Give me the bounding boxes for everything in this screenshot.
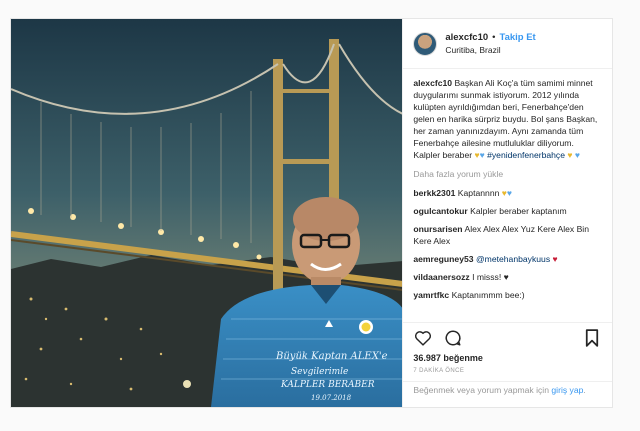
action-bar: [403, 322, 612, 352]
jersey-line-1: Büyük Kaptan ALEX'e: [275, 351, 388, 362]
post-header: alexcfc10 • Takip Et Curitiba, Brazil: [403, 19, 612, 69]
bookmark-icon[interactable]: [582, 328, 602, 348]
instagram-post: Büyük Kaptan ALEX'e Sevgilerimle KALPLER…: [10, 18, 613, 408]
photo-illustration: Büyük Kaptan ALEX'e Sevgilerimle KALPLER…: [11, 19, 403, 407]
caption: alexcfc10 Başkan Ali Koç'a tüm samimi mi…: [413, 77, 602, 161]
comment-text: Kalpler beraber kaptanım: [470, 206, 567, 216]
blue-heart-icon: ♥: [506, 188, 512, 198]
heart-icon[interactable]: [413, 328, 433, 348]
list-item: onursarisen Alex Alex Alex Yuz Kere Alex…: [413, 223, 602, 247]
caption-hashtag[interactable]: #yenidenfenerbahçe: [487, 150, 565, 160]
post-sidebar: alexcfc10 • Takip Et Curitiba, Brazil al…: [402, 19, 612, 407]
header-text: alexcfc10 • Takip Et Curitiba, Brazil: [445, 31, 535, 57]
comment-username[interactable]: vildaanersozz: [413, 272, 469, 282]
blue-heart-icon: ♥: [574, 150, 580, 160]
red-heart-icon: ♥: [552, 254, 558, 264]
list-item: aemreguney53 @metehanbaykuus ♥: [413, 253, 602, 265]
caption-username[interactable]: alexcfc10: [413, 78, 452, 88]
blue-heart-icon: ♥: [479, 150, 485, 160]
list-item: vildaanersozz I misss! ♥: [413, 271, 602, 283]
black-heart-icon: ♥: [503, 272, 509, 282]
caption-text: Başkan Ali Koç'a tüm samimi minnet duygu…: [413, 78, 598, 160]
likes-count[interactable]: 36.987 beğenme: [413, 353, 483, 363]
post-timestamp: 7 DAKİKA ÖNCE: [413, 368, 465, 374]
list-item: yamrtfkc Kaptanımmm bee:): [413, 289, 602, 301]
comment-text: Kaptannnn: [457, 188, 500, 198]
comment-username[interactable]: aemreguney53: [413, 254, 473, 264]
avatar[interactable]: [413, 31, 438, 56]
list-item: ogulcantokur Kalpler beraber kaptanım: [413, 205, 602, 217]
comment-text: Kaptanımmm bee:): [451, 290, 525, 300]
comment-username[interactable]: ogulcantokur: [413, 206, 467, 216]
location-link[interactable]: Curitiba, Brazil: [445, 44, 535, 57]
list-item: berkk2301 Kaptannnn ♥♥: [413, 187, 602, 199]
comment-text: I misss!: [472, 272, 502, 282]
add-comment-prompt: Beğenmek veya yorum yapmak için giriş ya…: [403, 381, 612, 408]
jersey-date: 19.07.2018: [311, 394, 352, 402]
comment-icon[interactable]: [443, 328, 463, 348]
jersey-line-2: Sevgilerimle: [291, 367, 348, 377]
comment-username[interactable]: yamrtfkc: [413, 290, 449, 300]
login-suffix: .: [583, 385, 586, 395]
follow-button[interactable]: Takip Et: [499, 31, 535, 44]
yellow-heart-icon: ♥: [567, 150, 573, 160]
load-more-comments-button[interactable]: Daha fazla yorum yükle: [413, 168, 602, 180]
jersey-line-3: KALPLER BERABER: [280, 380, 375, 390]
login-link[interactable]: giriş yap: [551, 385, 583, 395]
comment-username[interactable]: onursarisen: [413, 224, 462, 234]
username-link[interactable]: alexcfc10: [445, 31, 488, 44]
comment-mention[interactable]: @metehanbaykuus: [476, 254, 550, 264]
post-photo[interactable]: Büyük Kaptan ALEX'e Sevgilerimle KALPLER…: [11, 19, 403, 407]
comment-username[interactable]: berkk2301: [413, 188, 455, 198]
separator-dot: •: [492, 31, 496, 43]
comments-section[interactable]: alexcfc10 Başkan Ali Koç'a tüm samimi mi…: [403, 77, 612, 320]
add-comment-text: Beğenmek veya yorum yapmak için: [413, 385, 549, 395]
